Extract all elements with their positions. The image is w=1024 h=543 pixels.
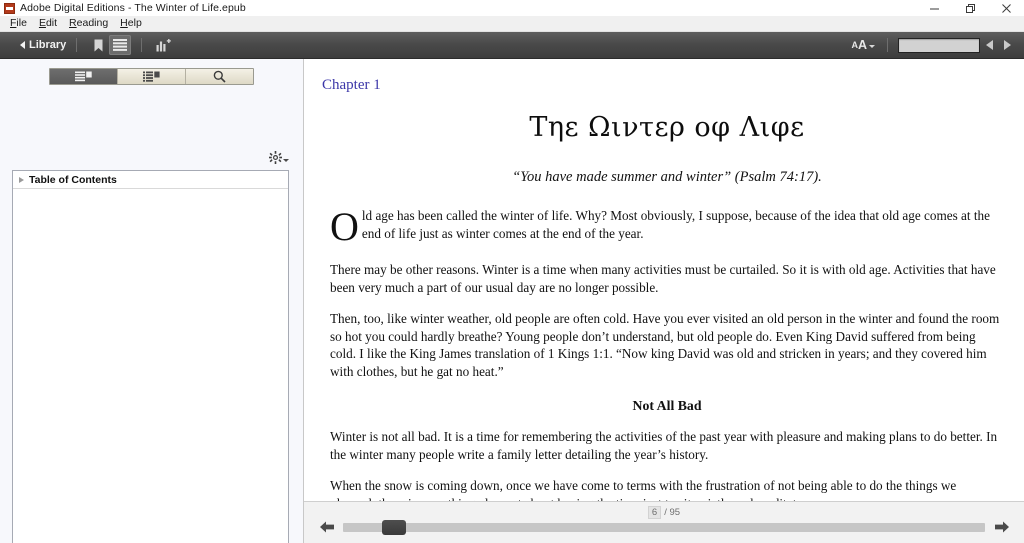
total-pages-label: / 95 (664, 507, 681, 518)
chapter-label: Chapter 1 (322, 77, 381, 93)
toolbar-divider-2 (141, 38, 143, 52)
table-of-contents-panel[interactable]: Table of Contents (12, 170, 289, 543)
menu-help-label-rest: elp (127, 17, 142, 29)
page-slider-track[interactable] (343, 519, 985, 535)
previous-page-button[interactable] (317, 520, 337, 534)
sidebar-tab-strip (49, 68, 254, 85)
toc-root-row[interactable]: Table of Contents (13, 171, 288, 189)
add-note-icon[interactable] (152, 35, 174, 55)
menu-edit[interactable]: Edit (33, 16, 63, 31)
sidebar-item-search[interactable] (186, 69, 253, 84)
main-toolbar: Library A A (0, 32, 1024, 59)
drop-cap: O (330, 204, 359, 249)
back-caret-icon (20, 41, 25, 49)
sidebar-options-button[interactable] (269, 151, 289, 164)
page-slider-row (304, 518, 1024, 536)
book-title: Τηε Ωιντερ οφ Λιφε (529, 112, 805, 143)
toolbar-divider-3 (887, 38, 888, 52)
menu-edit-label-rest: dit (45, 17, 58, 29)
search-input[interactable] (898, 37, 980, 53)
paragraph-5: When the snow is coming down, once we ha… (330, 478, 957, 501)
menu-file-label-rest: ile (16, 17, 27, 29)
table-of-contents-icon[interactable] (109, 35, 132, 55)
content-area: Table of Contents Chapter 1 Τηε Ωιντερ ο… (0, 59, 1024, 543)
arrow-right-icon (994, 521, 1009, 533)
chevron-right-icon (1003, 40, 1011, 50)
search-prev-button[interactable] (980, 35, 998, 55)
book-page: Chapter 1 Τηε Ωιντερ οφ Λιφε “You have m… (304, 59, 1024, 501)
library-button-label: Library (29, 39, 67, 51)
paragraph-4: Winter is not all bad. It is a time for … (330, 429, 998, 462)
section-subheading: Not All Bad (632, 398, 702, 414)
chevron-down-icon (283, 159, 289, 162)
toolbar-right-group: A A (851, 32, 1016, 58)
restore-icon[interactable] (952, 0, 988, 16)
app-icon (4, 2, 15, 14)
bookmark-icon[interactable] (87, 35, 109, 55)
chevron-down-icon (869, 45, 875, 48)
font-size-button[interactable]: A A (851, 39, 875, 51)
gear-icon (269, 151, 282, 164)
menu-reading[interactable]: Reading (63, 16, 114, 31)
next-page-button[interactable] (991, 520, 1011, 534)
paragraph-3: Then, too, like winter weather, old peop… (330, 311, 1000, 379)
adobe-digital-editions-window: Adobe Digital Editions - The Winter of L… (0, 0, 1024, 543)
paragraph-1: Old age has been called the winter of li… (330, 207, 1002, 247)
menu-bar: File Edit Reading Help (0, 16, 1024, 32)
paragraph-2: There may be other reasons. Winter is a … (330, 262, 996, 295)
page-slider-thumb[interactable] (381, 519, 406, 535)
chevron-left-icon (985, 40, 993, 50)
minimize-icon[interactable] (916, 0, 952, 16)
search-next-button[interactable] (998, 35, 1016, 55)
toolbar-divider-1 (76, 38, 78, 52)
sidebar-panel: Table of Contents (0, 59, 304, 543)
epigraph: “You have made summer and winter” (Psalm… (512, 169, 822, 185)
font-size-large-label: A (857, 38, 867, 52)
paragraph-1-text: ld age has been called the winter of lif… (361, 208, 990, 241)
sidebar-item-toc[interactable] (50, 69, 118, 84)
arrow-left-icon (319, 521, 334, 533)
title-bar: Adobe Digital Editions - The Winter of L… (0, 0, 1024, 16)
menu-file[interactable]: File (4, 16, 33, 31)
page-navigation-bar: 6 / 95 (304, 501, 1024, 543)
window-title: Adobe Digital Editions - The Winter of L… (20, 2, 246, 14)
toc-root-label: Table of Contents (29, 173, 117, 186)
menu-help[interactable]: Help (114, 16, 148, 31)
window-controls (916, 0, 1024, 16)
reading-pane: Chapter 1 Τηε Ωιντερ οφ Λιφε “You have m… (304, 59, 1024, 543)
menu-reading-label-rest: eading (76, 17, 109, 29)
close-icon[interactable] (988, 0, 1024, 16)
sidebar-item-bookmarks[interactable] (118, 69, 186, 84)
chevron-right-icon[interactable] (19, 176, 24, 183)
library-button[interactable]: Library (20, 39, 66, 51)
